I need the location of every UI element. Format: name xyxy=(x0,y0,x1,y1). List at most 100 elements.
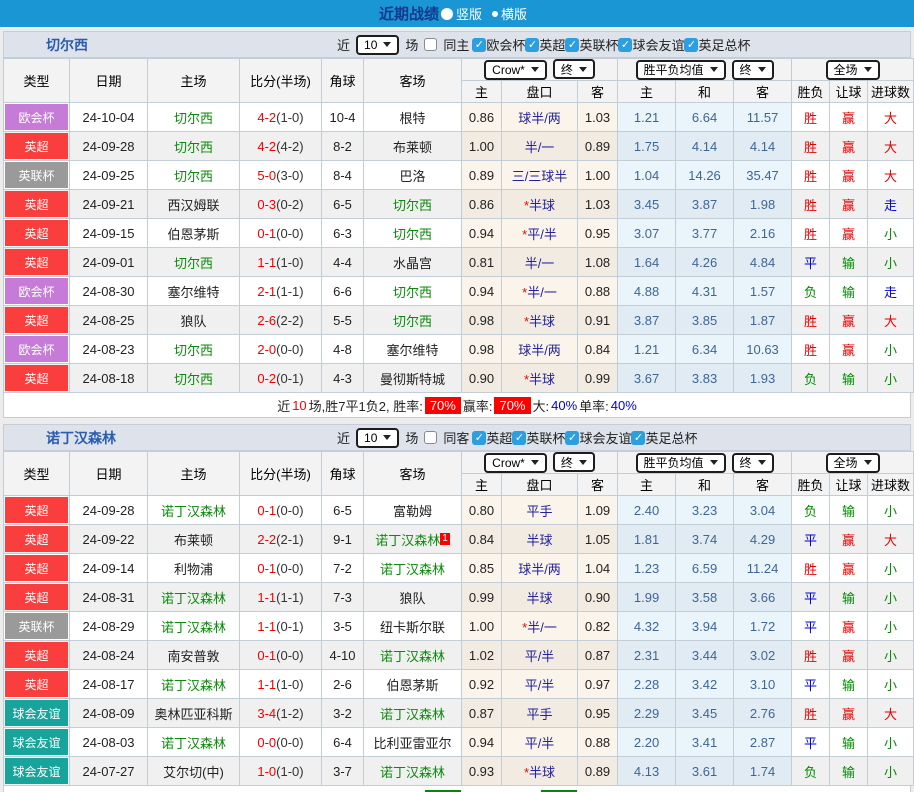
league-filter-checkbox[interactable]: ✓ xyxy=(525,38,539,52)
odds-away: 0.99 xyxy=(578,364,618,393)
away-team: 切尔西 xyxy=(364,306,462,335)
same-venue-checkbox[interactable] xyxy=(424,431,437,444)
result-outcome: 负 xyxy=(792,277,830,306)
score: 1-1(1-1) xyxy=(240,583,322,612)
league-badge: 英联杯 xyxy=(5,613,68,639)
match-date: 24-08-29 xyxy=(70,612,148,641)
league-filter-checkbox[interactable]: ✓ xyxy=(631,431,645,445)
match-date: 24-09-25 xyxy=(70,161,148,190)
match-date: 24-09-01 xyxy=(70,248,148,277)
bookmaker-select[interactable]: Crow* xyxy=(484,60,547,80)
league-filter-checkbox[interactable]: ✓ xyxy=(565,431,579,445)
home-team: 狼队 xyxy=(148,306,240,335)
same-venue-checkbox[interactable] xyxy=(424,38,437,51)
score: 0-1(0-0) xyxy=(240,641,322,670)
away-team: 曼彻斯特城 xyxy=(364,364,462,393)
section-header: 诺丁汉森林近10场同客✓英超✓英联杯✓球会友谊✓英足总杯 xyxy=(3,424,911,451)
odds-away: 0.84 xyxy=(578,335,618,364)
avg-draw: 3.83 xyxy=(676,364,734,393)
corners: 4-3 xyxy=(322,364,364,393)
avg-home: 4.13 xyxy=(618,757,676,786)
avg-home: 1.21 xyxy=(618,335,676,364)
away-team: 诺丁汉森林 xyxy=(364,757,462,786)
odds-stage-select[interactable]: 终 xyxy=(553,452,595,472)
odds-home: 0.84 xyxy=(462,525,502,554)
odds-stage-select[interactable]: 终 xyxy=(553,59,595,79)
scope-select[interactable]: 全场 xyxy=(826,453,880,473)
away-team: 诺丁汉森林 xyxy=(364,699,462,728)
match-row: 英超24-09-15伯恩茅斯0-1(0-0)6-3切尔西0.94*平/半0.95… xyxy=(4,219,914,248)
column-header: 类型 xyxy=(4,59,70,103)
layout-vertical-label[interactable]: 竖版 xyxy=(456,4,482,23)
league-badge: 欧会杯 xyxy=(5,278,68,304)
match-count-select[interactable]: 10 xyxy=(356,35,399,55)
league-filter-checkbox[interactable]: ✓ xyxy=(512,431,526,445)
score: 0-2(0-1) xyxy=(240,364,322,393)
column-header: 类型 xyxy=(4,452,70,496)
sub-column-header: 主 xyxy=(618,474,676,496)
layout-horizontal-radio[interactable] xyxy=(492,11,498,17)
match-date: 24-08-24 xyxy=(70,641,148,670)
layout-vertical-radio[interactable] xyxy=(441,8,453,20)
avg-home: 1.04 xyxy=(618,161,676,190)
league-filter-checkbox[interactable]: ✓ xyxy=(472,38,486,52)
column-header: 比分(半场) xyxy=(240,452,322,496)
league-badge: 英超 xyxy=(5,671,68,697)
sub-column-header: 主 xyxy=(618,81,676,103)
away-team: 诺丁汉森林 xyxy=(364,641,462,670)
avg-away: 11.24 xyxy=(734,554,792,583)
odds-away: 0.90 xyxy=(578,583,618,612)
league-filter-checkbox[interactable]: ✓ xyxy=(472,431,486,445)
handicap: 三/三球半 xyxy=(502,161,578,190)
same-venue-label: 同主 xyxy=(443,35,469,54)
scope-select[interactable]: 全场 xyxy=(826,60,880,80)
sub-column-header: 客 xyxy=(578,81,618,103)
match-count-select[interactable]: 10 xyxy=(356,428,399,448)
league-filter-checkbox[interactable]: ✓ xyxy=(684,38,698,52)
corners: 3-5 xyxy=(322,612,364,641)
avg-draw: 14.26 xyxy=(676,161,734,190)
card-badge: 1 xyxy=(440,533,450,545)
avg-select[interactable]: 胜平负均值 xyxy=(636,453,726,473)
score: 1-1(0-1) xyxy=(240,612,322,641)
avg-home: 4.88 xyxy=(618,277,676,306)
score: 0-1(0-0) xyxy=(240,496,322,525)
score: 4-2(4-2) xyxy=(240,132,322,161)
avg-select[interactable]: 胜平负均值 xyxy=(636,60,726,80)
away-team: 布莱顿 xyxy=(364,132,462,161)
bookmaker-select[interactable]: Crow* xyxy=(484,453,547,473)
match-date: 24-08-30 xyxy=(70,277,148,306)
result-outcome: 平 xyxy=(792,670,830,699)
avg-stage-select[interactable]: 终 xyxy=(732,453,774,473)
corners: 6-6 xyxy=(322,277,364,306)
layout-horizontal-label[interactable]: 横版 xyxy=(501,4,527,23)
avg-away: 1.74 xyxy=(734,757,792,786)
avg-stage-select[interactable]: 终 xyxy=(732,60,774,80)
avg-draw: 3.42 xyxy=(676,670,734,699)
avg-away: 1.93 xyxy=(734,364,792,393)
rate-badge: 70% xyxy=(494,397,530,414)
goals-outcome: 大 xyxy=(868,103,914,132)
result-outcome: 胜 xyxy=(792,641,830,670)
result-outcome: 胜 xyxy=(792,190,830,219)
result-outcome: 平 xyxy=(792,248,830,277)
chevron-down-icon xyxy=(383,42,391,47)
same-venue-label: 同客 xyxy=(443,428,469,447)
corners: 6-4 xyxy=(322,728,364,757)
away-team: 塞尔维特 xyxy=(364,335,462,364)
league-filter-checkbox[interactable]: ✓ xyxy=(565,38,579,52)
result-outcome: 胜 xyxy=(792,554,830,583)
score: 5-0(3-0) xyxy=(240,161,322,190)
odds-home: 0.86 xyxy=(462,103,502,132)
result-outcome: 负 xyxy=(792,757,830,786)
chevron-down-icon xyxy=(531,67,539,72)
match-date: 24-09-14 xyxy=(70,554,148,583)
away-team: 切尔西 xyxy=(364,219,462,248)
match-date: 24-08-03 xyxy=(70,728,148,757)
result-outcome: 负 xyxy=(792,364,830,393)
home-team: 塞尔维特 xyxy=(148,277,240,306)
column-header: 主场 xyxy=(148,59,240,103)
match-row: 英超24-08-31诺丁汉森林1-1(1-1)7-3狼队0.99半球0.901.… xyxy=(4,583,914,612)
league-filter-checkbox[interactable]: ✓ xyxy=(618,38,632,52)
odds-away: 0.88 xyxy=(578,728,618,757)
